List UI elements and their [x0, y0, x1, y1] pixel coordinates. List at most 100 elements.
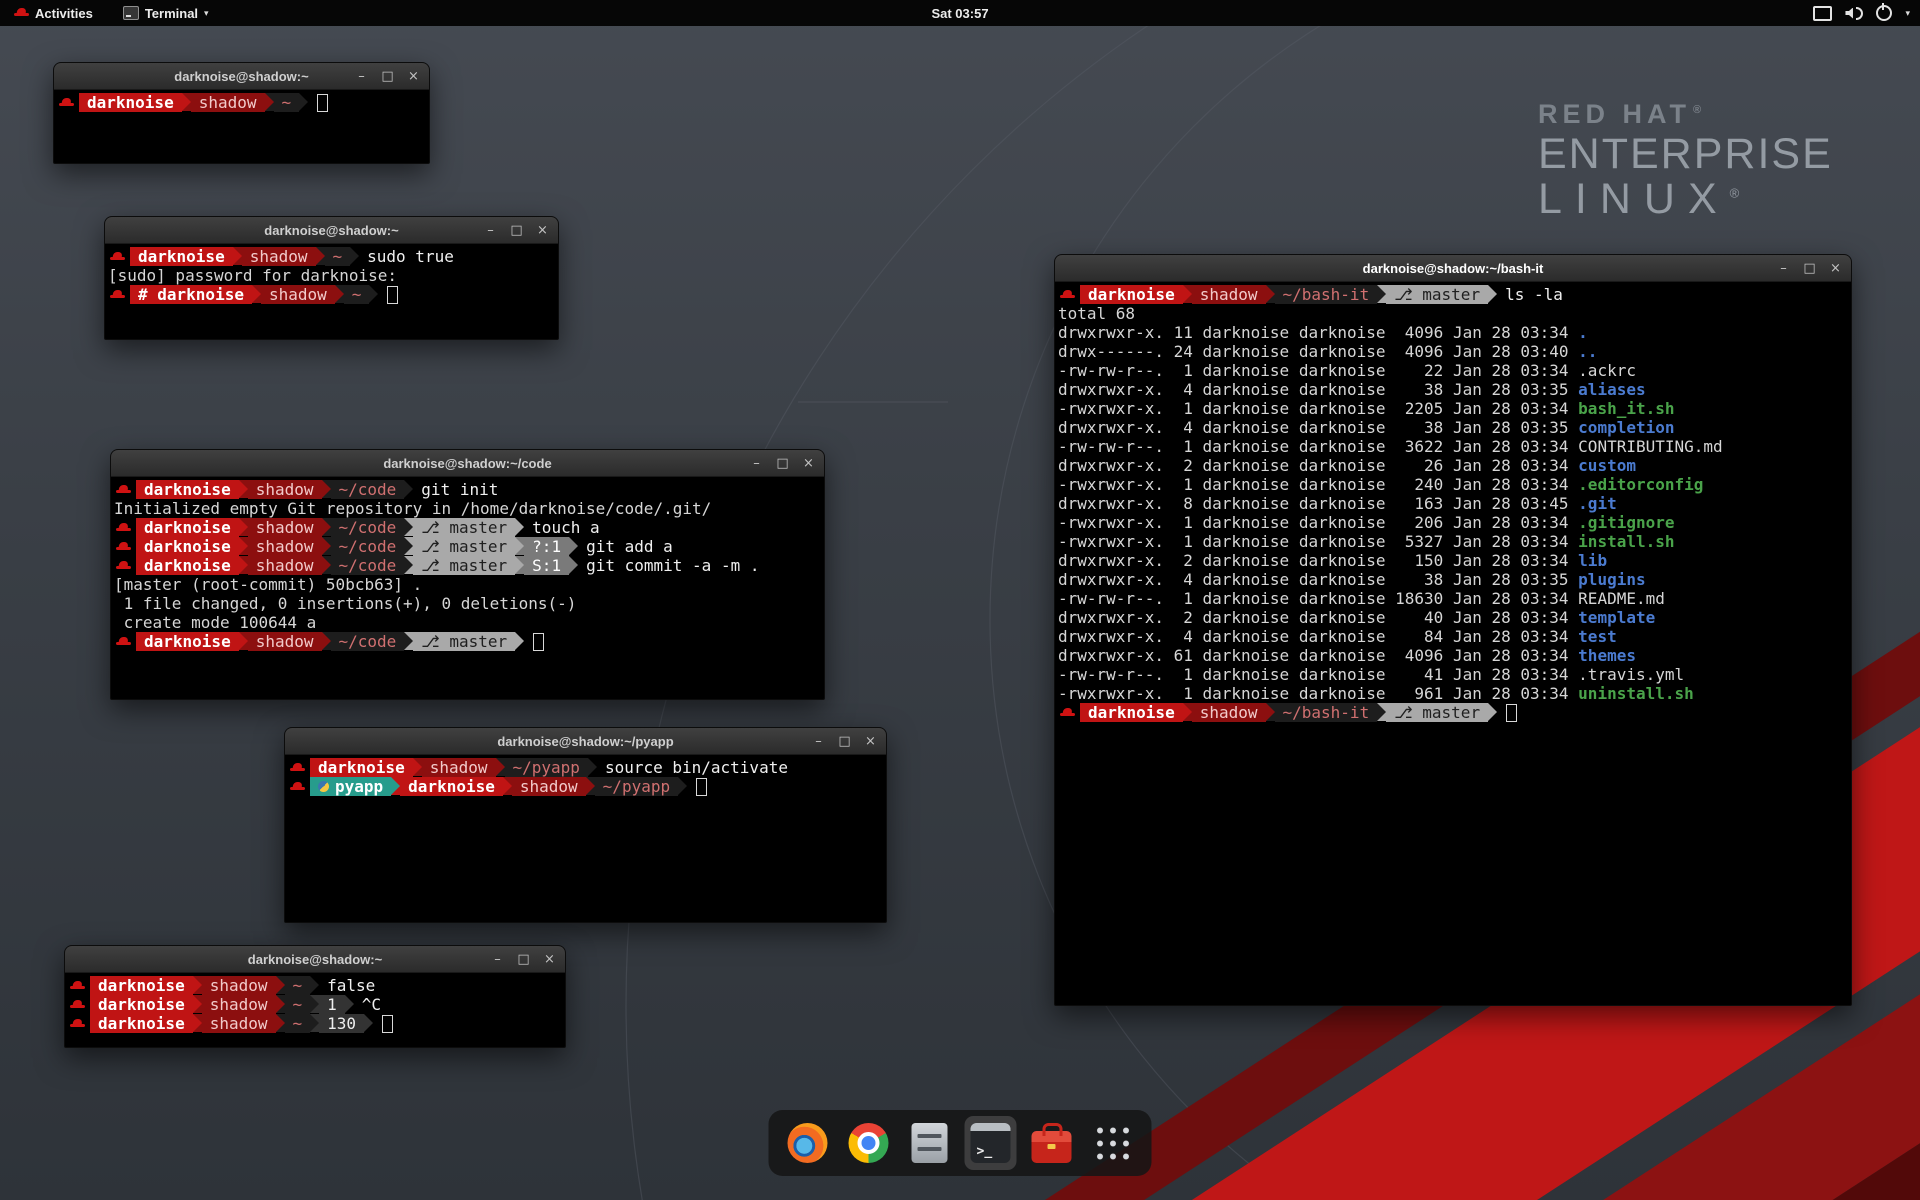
- minimize-button[interactable]: –: [750, 457, 763, 470]
- command-text: source bin/activate: [605, 758, 788, 777]
- close-button[interactable]: ×: [1829, 262, 1842, 275]
- powerline-separator: [404, 556, 413, 574]
- segment-text: 1: [327, 995, 337, 1014]
- redhat-icon: [59, 97, 74, 109]
- terminal-cursor: [533, 633, 544, 651]
- prompt-segment-host: shadow: [422, 758, 496, 777]
- window-titlebar[interactable]: darknoise@shadow:~/bash-it–□×: [1055, 255, 1851, 282]
- terminal-line: -rw-rw-r--. 1 darknoise darknoise 41 Jan…: [1058, 665, 1849, 684]
- minimize-button[interactable]: –: [491, 953, 504, 966]
- output-text: install.sh: [1578, 532, 1674, 551]
- prompt-segment-git: ⎇ master: [413, 537, 515, 556]
- output-text: themes: [1578, 646, 1636, 665]
- terminal-window-code: darknoise@shadow:~/code–□×darknoiseshado…: [110, 449, 825, 700]
- powerline-separator: [239, 556, 248, 574]
- terminal-line: darknoiseshadow~/pyappsource bin/activat…: [288, 758, 884, 777]
- maximize-button[interactable]: □: [510, 224, 523, 237]
- app-menu-label: Terminal: [145, 6, 198, 21]
- window-titlebar[interactable]: darknoise@shadow:~/pyapp–□×: [285, 728, 886, 755]
- output-text: CONTRIBUTING.md: [1578, 437, 1723, 456]
- minimize-button[interactable]: –: [812, 735, 825, 748]
- close-button[interactable]: ×: [864, 735, 877, 748]
- dock-item-chrome[interactable]: [843, 1116, 895, 1170]
- terminal-body[interactable]: darknoiseshadow~/codegit initInitialized…: [111, 477, 824, 653]
- output-text: drwx------. 24 darknoise darknoise 4096 …: [1058, 342, 1578, 361]
- maximize-button[interactable]: □: [381, 70, 394, 83]
- terminal-line: darknoiseshadow~/code⎇ master?:1git add …: [114, 537, 822, 556]
- maximize-button[interactable]: □: [1803, 262, 1816, 275]
- window-titlebar[interactable]: darknoise@shadow:~–□×: [105, 217, 558, 244]
- powerline-separator: [322, 556, 331, 574]
- segment-text: ?:1: [532, 537, 561, 556]
- powerline-separator: [239, 537, 248, 555]
- maximize-button[interactable]: □: [776, 457, 789, 470]
- powerline-separator: [276, 976, 285, 994]
- prompt-segment-git: ⎇ master: [1386, 703, 1488, 722]
- redhat-icon: [116, 522, 131, 534]
- dock-item-terminal[interactable]: >_: [965, 1116, 1017, 1170]
- activities-button[interactable]: Activities: [8, 0, 99, 26]
- segment-text: ~: [333, 247, 343, 266]
- clock[interactable]: Sat 03:57: [931, 0, 988, 26]
- prompt-segment-user: darknoise: [90, 995, 193, 1014]
- terminal-line: -rw-rw-r--. 1 darknoise darknoise 3622 J…: [1058, 437, 1849, 456]
- dock-item-app-grid[interactable]: [1087, 1116, 1139, 1170]
- segment-text: ⎇ master: [421, 632, 507, 651]
- terminal-line: 1 file changed, 0 insertions(+), 0 delet…: [114, 594, 822, 613]
- prompt-segment-git: ⎇ master: [413, 518, 515, 537]
- maximize-button[interactable]: □: [517, 953, 530, 966]
- terminal-body[interactable]: darknoiseshadow~falsedarknoiseshadow~1^C…: [65, 973, 565, 1035]
- output-text: completion: [1578, 418, 1674, 437]
- segment-text: ~/code: [339, 480, 397, 499]
- powerline-separator: [182, 93, 191, 111]
- terminal-cursor: [382, 1015, 393, 1033]
- window-titlebar[interactable]: darknoise@shadow:~–□×: [54, 63, 429, 90]
- segment-text: darknoise: [144, 556, 231, 575]
- close-button[interactable]: ×: [407, 70, 420, 83]
- window-titlebar[interactable]: darknoise@shadow:~ –□ ×: [65, 946, 565, 973]
- terminal-body[interactable]: darknoiseshadow~sudo true[sudo] password…: [105, 244, 558, 306]
- command-text: sudo true: [367, 247, 454, 266]
- output-text: README.md: [1578, 589, 1665, 608]
- segment-text: ~/pyapp: [603, 777, 670, 796]
- close-button[interactable]: ×: [536, 224, 549, 237]
- output-text: drwxrwxr-x. 4 darknoise darknoise 38 Jan…: [1058, 570, 1578, 589]
- close-button[interactable]: ×: [802, 457, 815, 470]
- minimize-button[interactable]: –: [355, 70, 368, 83]
- segment-text: ~: [352, 285, 362, 304]
- app-menu[interactable]: Terminal ▾: [117, 0, 215, 26]
- powerline-separator: [413, 758, 422, 776]
- prompt-segment-venv: pyapp: [310, 777, 391, 796]
- window-titlebar[interactable]: darknoise@shadow:~/code–□×: [111, 450, 824, 477]
- segment-text: pyapp: [335, 777, 383, 796]
- terminal-line: -rwxrwxr-x. 1 darknoise darknoise 2205 J…: [1058, 399, 1849, 418]
- dock-item-files[interactable]: [904, 1116, 956, 1170]
- minimize-button[interactable]: –: [1777, 262, 1790, 275]
- dock-item-firefox[interactable]: [782, 1116, 834, 1170]
- redhat-icon: [70, 980, 85, 992]
- terminal-body[interactable]: darknoiseshadow~/bash-it⎇ masterls -lato…: [1055, 282, 1851, 724]
- powerline-separator: [252, 285, 261, 303]
- prompt-segment-git: ⎇ master: [413, 556, 515, 575]
- prompt-segment-path: ~/code: [331, 632, 405, 651]
- maximize-button[interactable]: □: [838, 735, 851, 748]
- prompt-segment-user: darknoise: [130, 247, 233, 266]
- close-button[interactable]: ×: [543, 953, 556, 966]
- system-status-area[interactable]: ▾: [1813, 0, 1910, 26]
- prompt-segment-user: darknoise: [136, 632, 239, 651]
- segment-text: ⎇ master: [421, 518, 507, 537]
- output-text: [sudo] password for darknoise:: [108, 266, 407, 285]
- terminal-body[interactable]: darknoiseshadow~: [54, 90, 429, 114]
- minimize-button[interactable]: –: [484, 224, 497, 237]
- powerline-separator: [404, 632, 413, 650]
- dock-item-software[interactable]: [1026, 1116, 1078, 1170]
- powerline-separator: [1266, 703, 1275, 721]
- segment-text: shadow: [430, 758, 488, 777]
- terminal-window-pyapp: darknoise@shadow:~/pyapp–□×darknoiseshad…: [284, 727, 887, 923]
- window-title: darknoise@shadow:~: [248, 952, 382, 967]
- powerline-separator: [404, 518, 413, 536]
- terminal-body[interactable]: darknoiseshadow~/pyappsource bin/activat…: [285, 755, 886, 798]
- terminal-line: darknoiseshadow~: [57, 93, 427, 112]
- segment-text: shadow: [1200, 703, 1258, 722]
- software-icon: [1032, 1131, 1072, 1163]
